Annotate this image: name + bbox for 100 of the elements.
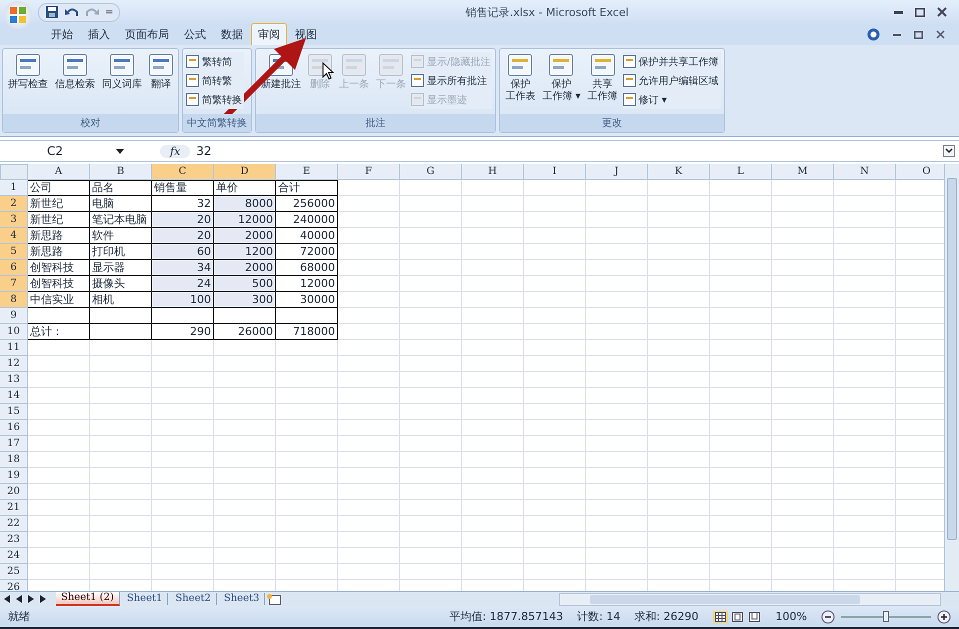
expand-icon[interactable] (943, 145, 955, 157)
column-header[interactable]: M (772, 164, 834, 180)
row-header[interactable]: 4 (0, 228, 28, 244)
dropdown-arrow-icon[interactable] (116, 148, 124, 154)
insert-function-button[interactable]: fx (160, 144, 190, 158)
sheet-icon (411, 74, 424, 87)
save-icon[interactable] (45, 5, 59, 19)
ribbon-button[interactable]: 翻译 (147, 52, 175, 93)
row-header[interactable]: 1 (0, 180, 28, 196)
group-label: 中文简繁转换 (183, 114, 251, 132)
row-header[interactable]: 9 (0, 308, 28, 324)
sheet-icon (622, 55, 636, 68)
ribbon-tab[interactable]: 开始 (44, 23, 80, 45)
ribbon-button[interactable]: 保护 工作簿 ▾ (540, 52, 583, 105)
table-cell: 100 (152, 292, 214, 308)
row-header[interactable]: 16 (0, 420, 28, 436)
new-sheet-icon[interactable] (267, 594, 282, 604)
minimize-icon[interactable] (893, 34, 901, 36)
table-cell: 显示器 (90, 260, 152, 276)
table-cell (90, 324, 152, 340)
row-header[interactable]: 12 (0, 356, 28, 372)
column-header[interactable]: C (152, 164, 214, 180)
column-header[interactable]: D (214, 164, 276, 180)
column-header[interactable]: I (524, 164, 586, 180)
ribbon-tab[interactable]: 视图 (288, 23, 324, 45)
sheet-tab[interactable]: Sheet1 (2) (56, 592, 120, 606)
undo-icon[interactable] (65, 7, 79, 17)
table-cell: 24 (152, 276, 214, 292)
column-header[interactable]: H (462, 164, 524, 180)
column-header[interactable]: J (586, 164, 648, 180)
row-header[interactable]: 17 (0, 436, 28, 452)
row-header[interactable]: 22 (0, 516, 28, 532)
ribbon-button[interactable]: 同义词库 (100, 52, 144, 93)
maximize-icon[interactable] (915, 8, 925, 16)
column-header[interactable]: O (896, 164, 944, 180)
ribbon-button[interactable]: 修订 ▾ (622, 90, 721, 109)
ribbon-button[interactable]: 允许用户编辑区域 (622, 71, 721, 90)
ribbon-tab[interactable]: 页面布局 (118, 23, 176, 45)
view-button[interactable] (730, 610, 745, 622)
row-header[interactable]: 8 (0, 292, 28, 308)
row-header[interactable]: 7 (0, 276, 28, 292)
column-header[interactable]: B (90, 164, 152, 180)
row-header[interactable]: 26 (0, 580, 28, 591)
zoom-out-icon[interactable] (821, 610, 835, 624)
column-header[interactable]: L (710, 164, 772, 180)
ribbon-tab[interactable]: 审阅 (251, 23, 287, 45)
row-header[interactable]: 21 (0, 500, 28, 516)
row-header[interactable]: 18 (0, 452, 28, 468)
table-cell: 718000 (276, 324, 338, 340)
row-header[interactable]: 19 (0, 468, 28, 484)
row-header[interactable]: 25 (0, 564, 28, 580)
view-button[interactable] (712, 610, 728, 622)
row-header[interactable]: 5 (0, 244, 28, 260)
column-header[interactable]: F (338, 164, 400, 180)
ribbon-button[interactable]: 简繁转换 (186, 90, 244, 109)
ribbon-tab[interactable]: 公式 (177, 23, 213, 45)
row-header[interactable]: 3 (0, 212, 28, 228)
ribbon-button[interactable]: 信息检索 (53, 52, 97, 93)
vertical-scrollbar[interactable] (944, 164, 959, 591)
help-icon[interactable] (867, 28, 880, 41)
column-header[interactable]: N (834, 164, 896, 180)
sheet-tab[interactable]: Sheet2 (170, 593, 217, 605)
view-button[interactable] (746, 610, 762, 622)
column-header[interactable]: E (276, 164, 338, 180)
document-icon (16, 54, 40, 76)
row-header[interactable]: 2 (0, 196, 28, 212)
row-header[interactable]: 6 (0, 260, 28, 276)
office-button[interactable] (4, 1, 32, 29)
row-header[interactable]: 10 (0, 324, 28, 340)
row-header[interactable]: 24 (0, 548, 28, 564)
row-header[interactable]: 11 (0, 340, 28, 356)
horizontal-scrollbar[interactable] (559, 592, 941, 606)
row-header[interactable]: 14 (0, 388, 28, 404)
formula-input[interactable]: 32 (196, 144, 937, 158)
ribbon-tab[interactable]: 数据 (214, 23, 250, 45)
column-header[interactable]: A (28, 164, 90, 180)
ribbon-button[interactable]: 保护并共享工作簿 (622, 52, 721, 71)
ribbon-button[interactable]: 保护 工作表 (503, 52, 538, 105)
customize-button[interactable]: = (105, 6, 114, 18)
zoom-in-icon[interactable] (937, 610, 951, 624)
close-icon[interactable] (936, 30, 945, 39)
restore-icon[interactable] (914, 30, 923, 38)
sheet-tab[interactable]: Sheet3 (218, 593, 266, 605)
row-header[interactable]: 13 (0, 372, 28, 388)
close-icon[interactable] (937, 7, 947, 17)
row-header[interactable]: 23 (0, 532, 28, 548)
column-header[interactable]: K (648, 164, 710, 180)
sheet-tab[interactable]: Sheet1 (122, 593, 168, 605)
ribbon-tab[interactable]: 插入 (81, 23, 117, 45)
row-header[interactable]: 15 (0, 404, 28, 420)
minimize-icon[interactable] (894, 10, 903, 14)
document-icon (63, 54, 87, 76)
sheet-icon (411, 55, 424, 68)
name-box[interactable]: C2 (0, 144, 110, 158)
table-cell: 60 (152, 244, 214, 260)
row-header[interactable]: 20 (0, 484, 28, 500)
column-header[interactable]: G (400, 164, 462, 180)
ribbon-button[interactable]: 繁转简 (186, 52, 244, 71)
ribbon-button[interactable]: 共享 工作簿 (586, 52, 620, 105)
ribbon-button[interactable]: 拼写检查 (6, 52, 50, 93)
